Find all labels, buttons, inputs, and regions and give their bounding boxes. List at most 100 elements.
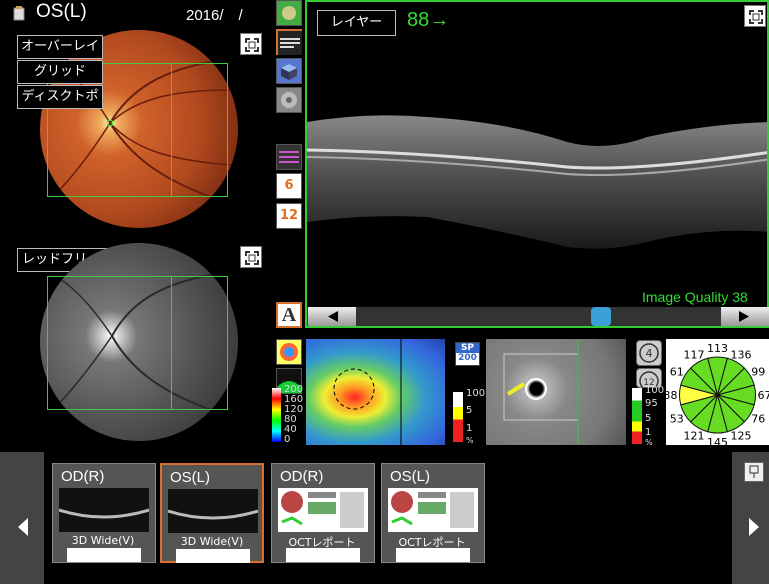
deviation-colorbar-1 <box>453 392 463 442</box>
pin-icon <box>749 465 759 478</box>
image-quality-text: Image Quality 38 <box>642 289 748 305</box>
annotation-a-label: A <box>281 304 297 326</box>
dev2-unit: % <box>645 438 653 447</box>
thumb-bscan-image <box>59 488 149 532</box>
tool-3d-cube[interactable] <box>276 58 302 84</box>
enface-overlay <box>503 339 579 445</box>
thumb-label-strip <box>396 548 470 562</box>
sp-badge-bottom: 200 <box>458 353 477 363</box>
thumb-scroll-left-button[interactable] <box>10 510 36 544</box>
expand-redfree-button[interactable] <box>240 246 262 268</box>
tool-layers[interactable] <box>276 144 302 170</box>
tool-fundus-view[interactable] <box>276 0 302 26</box>
clock-value-3: 67 <box>758 389 769 402</box>
grid-12-label: 12 <box>279 208 299 223</box>
slider-left-button[interactable] <box>308 307 356 326</box>
slice-indicator: 88→ <box>407 9 449 32</box>
thumb-eye-label: OD(R) <box>61 468 105 485</box>
dev2-label: 5 <box>645 413 652 424</box>
slice-number: 88 <box>407 9 430 31</box>
clock-4-button[interactable]: 4 <box>636 340 662 366</box>
thumb-report-image <box>388 488 478 532</box>
thumb-eye-label: OS(L) <box>170 469 211 486</box>
arrow-left-icon <box>18 518 28 536</box>
thickness-colorbar <box>272 388 281 442</box>
cube-icon <box>277 59 301 83</box>
oct-bscan-image <box>307 115 767 249</box>
file-icon <box>13 6 25 21</box>
tool-thickness-map[interactable] <box>276 339 302 365</box>
slider-thumb[interactable] <box>591 307 611 326</box>
slider-right-button[interactable] <box>721 307 769 326</box>
clock-value-8: 53 <box>670 413 684 426</box>
thumbnail-os-report[interactable]: OS(L) OCTレポート <box>381 463 485 563</box>
exam-date: 2016/ / <box>186 7 243 24</box>
thumb-bscan-image <box>168 489 258 533</box>
expand-fundus-button[interactable] <box>240 33 262 55</box>
thumb-eye-label: OD(R) <box>280 468 324 485</box>
clock-value-12: 113 <box>707 342 728 355</box>
redfree-grid-frame <box>47 276 228 410</box>
clock-4-icon: 4 <box>639 343 659 363</box>
thickness-map-icon <box>277 340 301 364</box>
thumb-caption: 3D Wide(V) <box>71 534 135 547</box>
menu-disc-topo[interactable]: ディスクトポ <box>17 85 103 109</box>
thumb-scroll-right-button[interactable] <box>740 510 766 544</box>
clock-value-11: 117 <box>684 348 705 361</box>
expand-oct-button[interactable] <box>744 5 766 27</box>
expand-icon <box>245 38 259 52</box>
arrow-left-icon <box>328 311 338 322</box>
menu-overlay[interactable]: オーバーレイ <box>17 35 103 59</box>
dev1-unit: % <box>466 436 474 445</box>
dev1-label: 5 <box>466 405 473 416</box>
pin-button[interactable] <box>744 462 764 482</box>
thumb-report-image <box>278 488 368 532</box>
redfree-grid-divider <box>171 276 172 410</box>
thickness-map[interactable] <box>306 339 445 445</box>
tool-grid-6[interactable]: 6 <box>276 173 302 199</box>
clock-hour-chart: 113 136 99 67 76 12514512153 38 61117 <box>664 342 769 449</box>
dev1-label: 100 <box>466 388 486 399</box>
tool-enface[interactable] <box>276 87 302 113</box>
clock-value-2: 99 <box>751 366 765 379</box>
enface-image[interactable] <box>486 339 626 445</box>
annotation-button[interactable]: A <box>276 302 302 328</box>
thumb-caption: 3D Wide(V) <box>180 535 244 548</box>
menu-grid[interactable]: グリッド <box>17 60 103 84</box>
slice-slider[interactable] <box>307 307 769 326</box>
layer-button[interactable]: レイヤー <box>317 10 396 36</box>
grid-6-label: 6 <box>284 178 294 193</box>
clock-value-6: 145 <box>707 436 728 445</box>
expand-icon <box>245 251 259 265</box>
clock-value-4: 76 <box>751 413 765 426</box>
thumb-label-strip <box>176 549 250 563</box>
deviation-colorbar-2 <box>632 388 642 444</box>
clock-hour-panel: 113 136 99 67 76 125 145 121 53 38 61 117 <box>664 339 769 449</box>
slice-arrow: → <box>429 9 450 31</box>
sp-200-badge[interactable]: SP 200 <box>455 342 480 366</box>
clock-value-10: 61 <box>670 366 684 379</box>
enface-icon <box>277 88 301 112</box>
tool-bscan[interactable] <box>276 29 302 55</box>
dev1-label: 1 <box>466 423 473 434</box>
tool-grid-12[interactable]: 12 <box>276 203 302 229</box>
arrow-right-icon <box>749 518 759 536</box>
thickness-scale-labels: 200 160 120 80 40 0 <box>284 385 303 445</box>
eye-title: OS(L) <box>36 1 87 22</box>
bscan-icon <box>278 31 302 55</box>
dev2-label: 100 <box>645 385 665 396</box>
sp-badge-top: SP <box>456 343 479 353</box>
thumbnail-os-3d[interactable]: OS(L) 3D Wide(V) <box>160 463 264 563</box>
overlay-grid-divider <box>171 63 172 197</box>
clock-value-5: 125 <box>731 430 752 443</box>
thumbnail-od-3d[interactable]: OD(R) 3D Wide(V) <box>52 463 156 563</box>
oct-bscan-panel[interactable] <box>305 0 769 328</box>
thumb-label-strip <box>67 548 141 562</box>
clock-value-1: 136 <box>731 348 752 361</box>
layers-icon <box>277 145 301 169</box>
thumb-eye-label: OS(L) <box>390 468 431 485</box>
clock-4-label: 4 <box>646 347 653 360</box>
thumbnail-od-report[interactable]: OD(R) OCTレポート <box>271 463 375 563</box>
dev2-label: 1 <box>645 427 652 438</box>
thickness-map-overlay <box>333 339 402 445</box>
